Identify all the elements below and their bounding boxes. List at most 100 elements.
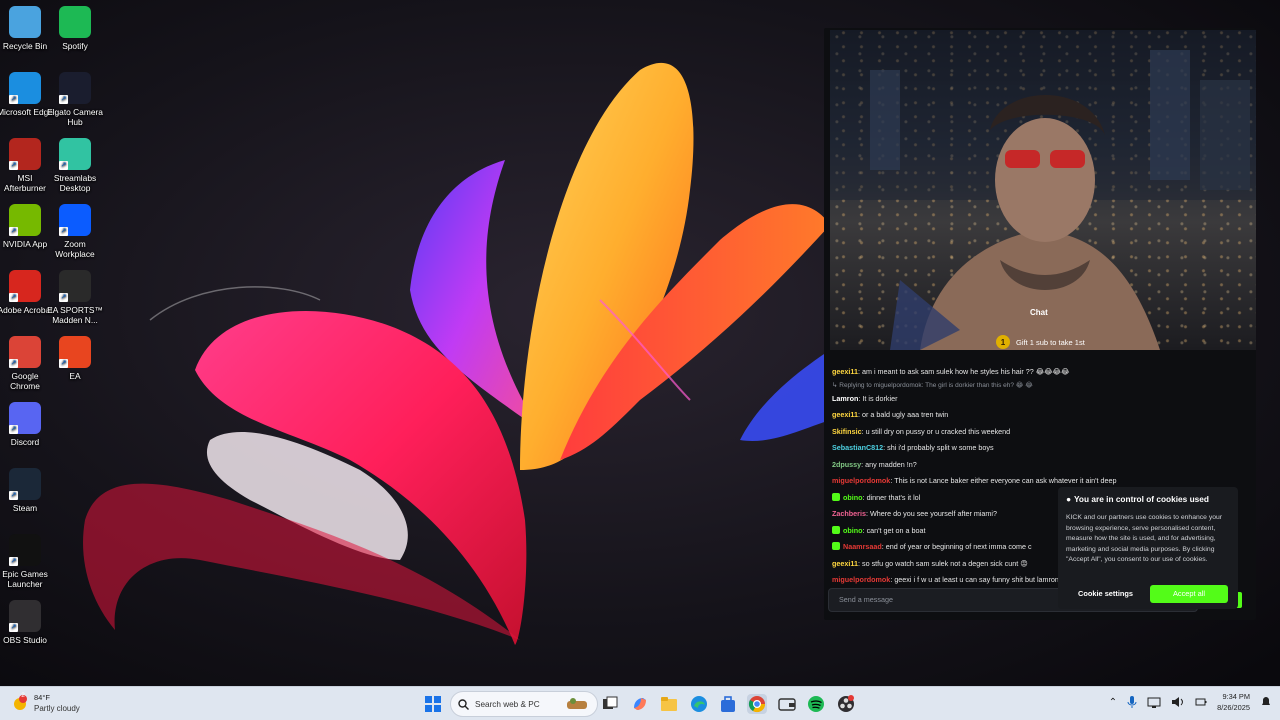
task-view-icon[interactable] [600,694,620,714]
chat-username[interactable]: Lamron [832,394,858,403]
chat-text: so stfu go watch sam sulek not a degen s… [861,558,1028,568]
weather-temp: 84°F [34,693,50,702]
chat-message[interactable]: geexi11: am i meant to ask sam sulek how… [832,364,1252,381]
desktop-icon-spotify[interactable]: Spotify [47,6,103,51]
desktop-icon-label: Google Chrome [10,371,40,391]
steam-icon: ↗ [9,468,41,500]
shortcut-arrow-icon: ↗ [59,227,68,236]
desktop-icon-streamlabs-desktop[interactable]: ↗ Streamlabs Desktop [47,138,103,193]
taskbar-search[interactable]: Search web & PC [450,691,598,717]
start-icon[interactable] [423,694,443,714]
search-label: Search web & PC [475,699,540,709]
desktop-icon-epic-games-launcher[interactable]: ↗ Epic Games Launcher [0,534,53,589]
copilot-icon[interactable] [630,694,650,714]
gift-sub-text: Gift 1 sub to take 1st [1016,337,1085,347]
volume-icon[interactable] [1171,696,1185,708]
shortcut-arrow-icon: ↗ [9,491,18,500]
network-icon[interactable] [1147,696,1161,708]
desktop-icon-ea-sports-madden[interactable]: ↗ EA SPORTS™ Madden N... [47,270,103,325]
search-highlight-icon [567,698,587,709]
chat-message[interactable]: Skifinsic: u still dry on pussy or u cra… [832,424,1252,441]
shortcut-arrow-icon: ↗ [9,425,18,434]
desktop-icon-discord[interactable]: ↗ Discord [0,402,53,447]
desktop-icon-recycle-bin[interactable]: Recycle Bin [0,6,53,51]
chat-overlay-label: Chat [1030,308,1048,317]
desktop-icon-label: Steam [12,503,38,513]
stream-video[interactable]: Chat 1 Gift 1 sub to take 1st [830,30,1256,350]
cookie-consent-panel: ● You are in control of cookies used KIC… [1058,487,1238,609]
cookie-title: ● You are in control of cookies used [1066,494,1230,504]
subscriber-badge-icon [832,525,840,534]
file-explorer-icon[interactable] [659,694,679,714]
chat-username[interactable]: geexi11 [832,410,858,419]
chrome-icon[interactable] [747,694,767,714]
gift-sub-banner[interactable]: 1 Gift 1 sub to take 1st [996,334,1085,350]
ea-icon: ↗ [59,336,91,368]
chat-username[interactable]: Naamrsaad [843,542,882,551]
chat-message[interactable]: 2dpussy: any madden !n? [832,457,1252,474]
system-tray: ⌃ 9:34 PM 8/26/2025 [1109,691,1272,713]
shortcut-arrow-icon: ↗ [9,227,18,236]
chat-username[interactable]: SebastianC812 [832,443,883,452]
spotify-icon [59,6,91,38]
chat-username[interactable]: geexi11 [832,559,858,568]
chat-username[interactable]: Zachberis [832,509,866,518]
recycle-bin-icon [9,6,41,38]
chat-message[interactable]: geexi11: or a bald ugly aaa tren twin [832,407,1252,424]
desktop-icon-label: EA [69,371,81,381]
accept-all-button[interactable]: Accept all [1150,585,1228,603]
chat-text: This is not Lance baker either everyone … [894,476,1117,485]
shortcut-arrow-icon: ↗ [59,359,68,368]
discord-icon: ↗ [9,402,41,434]
battery-icon[interactable] [1195,696,1207,708]
chat-username[interactable]: miguelpordomok [832,575,890,584]
microsoft-edge-icon: ↗ [9,72,41,104]
chat-message[interactable]: Lamron: It is dorkier [832,391,1252,408]
chat-username[interactable]: geexi11 [832,367,858,376]
chat-username[interactable]: obino [843,526,863,535]
weather-condition: Partly cloudy [34,704,80,713]
cookie-settings-button[interactable]: Cookie settings [1070,585,1141,603]
subscriber-badge-icon [832,492,840,501]
desktop-icon-nvidia-app[interactable]: ↗ NVIDIA App [0,204,53,249]
microphone-icon[interactable] [1127,695,1137,709]
chat-username[interactable]: miguelpordomok [832,476,890,485]
chat-username[interactable]: obino [843,493,863,502]
chat-text: shi i'd probably split w some boys [887,443,994,452]
cookie-icon: ● [1066,494,1072,504]
chat-text: It is dorkier [862,393,898,403]
desktop-icon-label: Streamlabs Desktop [53,173,97,193]
store-icon[interactable] [718,694,738,714]
shortcut-arrow-icon: ↗ [9,293,18,302]
shortcut-arrow-icon: ↗ [9,95,18,104]
desktop-icon-label: NVIDIA App [2,239,48,249]
desktop-icon-elgato-camera-hub[interactable]: ↗ Elgato Camera Hub [47,72,103,127]
edge-icon[interactable] [689,694,709,714]
weather-icon: 2 [12,692,28,711]
desktop-icon-msi-afterburner[interactable]: ↗ MSI Afterburner [0,138,53,193]
notification-bell-icon[interactable] [1260,696,1272,708]
desktop-icon-label: Zoom Workplace [55,239,95,259]
spotify-icon[interactable] [806,694,826,714]
obs-icon[interactable] [836,694,856,714]
desktop-icon-ea[interactable]: ↗ EA [47,336,103,381]
chat-text: geexi i f w u at least u can say funny s… [894,575,1059,584]
nvidia-app-icon: ↗ [9,204,41,236]
weather-widget[interactable]: 2 84°F Partly cloudy [12,692,80,714]
desktop-icon-google-chrome[interactable]: ↗ Google Chrome [0,336,53,391]
chevron-up-icon[interactable]: ⌃ [1109,697,1117,708]
desktop-icon-steam[interactable]: ↗ Steam [0,468,53,513]
zoom-workplace-icon: ↗ [59,204,91,236]
chat-message[interactable]: SebastianC812: shi i'd probably split w … [832,440,1252,457]
wallet-icon[interactable] [777,694,797,714]
desktop-icon-obs-studio[interactable]: ↗ OBS Studio [0,600,53,645]
sub-rank-badge: 1 [996,335,1010,349]
desktop-icon-adobe-acrobat[interactable]: ↗ Adobe Acrobat [0,270,53,315]
chat-username[interactable]: 2dpussy [832,460,861,469]
streamlabs-desktop-icon: ↗ [59,138,91,170]
chat-username[interactable]: Skifinsic [832,427,862,436]
desktop-icon-microsoft-edge[interactable]: ↗ Microsoft Edge [0,72,53,117]
cookie-title-text: You are in control of cookies used [1074,494,1209,504]
desktop-icon-zoom-workplace[interactable]: ↗ Zoom Workplace [47,204,103,259]
clock[interactable]: 9:34 PM 8/26/2025 [1217,691,1250,713]
